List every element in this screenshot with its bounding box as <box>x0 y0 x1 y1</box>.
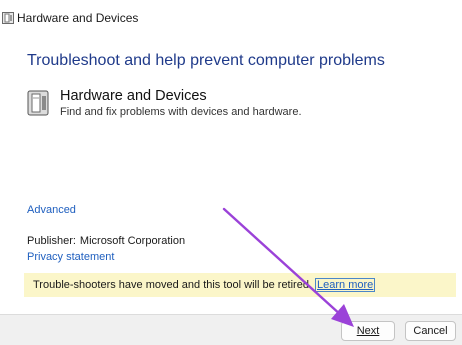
publisher-value: Microsoft Corporation <box>79 235 186 247</box>
dialog-footer: Next Cancel <box>0 314 462 345</box>
page-heading: Troubleshoot and help prevent computer p… <box>27 52 385 69</box>
title-bar: Hardware and Devices <box>0 0 462 34</box>
next-button-label: Next <box>356 325 380 337</box>
next-button[interactable]: Next <box>341 321 395 341</box>
cancel-button[interactable]: Cancel <box>405 321 456 341</box>
publisher-info: Publisher: Microsoft Corporation <box>27 235 185 247</box>
retirement-banner: Trouble-shooters have moved and this too… <box>24 273 456 297</box>
privacy-statement-link[interactable]: Privacy statement <box>27 251 114 263</box>
troubleshooter-description: Find and fix problems with devices and h… <box>60 106 302 118</box>
hardware-devices-icon <box>2 11 14 24</box>
learn-more-link[interactable]: Learn more <box>315 278 376 292</box>
hardware-devices-icon <box>27 90 49 116</box>
window-title: Hardware and Devices <box>17 11 139 25</box>
troubleshooter-name: Hardware and Devices <box>60 88 207 104</box>
banner-message-row: Trouble-shooters have moved and this too… <box>33 278 376 292</box>
publisher-label: Publisher: <box>27 235 76 247</box>
advanced-link[interactable]: Advanced <box>27 204 76 216</box>
banner-message: Trouble-shooters have moved and this too… <box>33 279 313 291</box>
troubleshooter-item[interactable]: Hardware and Devices Find and fix proble… <box>27 88 447 128</box>
